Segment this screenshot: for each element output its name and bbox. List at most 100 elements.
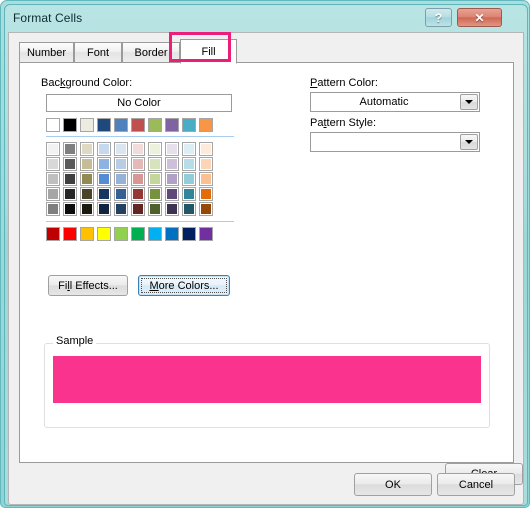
cancel-button[interactable]: Cancel [437, 473, 515, 496]
color-swatch[interactable] [114, 187, 128, 201]
color-swatch[interactable] [131, 157, 145, 171]
pattern-style-combobox[interactable] [310, 132, 480, 152]
color-swatch[interactable] [114, 142, 128, 156]
color-swatch[interactable] [131, 172, 145, 186]
color-swatch[interactable] [182, 172, 196, 186]
color-swatch[interactable] [148, 202, 162, 216]
tab-fill[interactable]: Fill [180, 39, 237, 64]
color-swatch[interactable] [63, 157, 77, 171]
color-swatch[interactable] [199, 227, 213, 241]
color-swatch[interactable] [182, 157, 196, 171]
color-swatch[interactable] [46, 157, 60, 171]
color-swatch[interactable] [165, 118, 179, 132]
color-swatch[interactable] [131, 118, 145, 132]
color-swatch[interactable] [46, 118, 60, 132]
color-swatch[interactable] [148, 187, 162, 201]
color-swatch[interactable] [80, 187, 94, 201]
color-swatch[interactable] [114, 172, 128, 186]
color-swatch[interactable] [97, 202, 111, 216]
color-swatch[interactable] [80, 142, 94, 156]
color-swatch[interactable] [46, 187, 60, 201]
color-swatch[interactable] [80, 227, 94, 241]
color-swatch[interactable] [199, 157, 213, 171]
dialog-window: Format Cells ? ✕ Number Font Border Fill… [0, 0, 530, 508]
chevron-down-icon[interactable] [460, 134, 478, 150]
color-swatch[interactable] [182, 187, 196, 201]
chevron-down-icon[interactable] [460, 94, 478, 110]
tab-font[interactable]: Font [74, 42, 122, 63]
color-swatch[interactable] [165, 157, 179, 171]
color-swatch[interactable] [114, 227, 128, 241]
color-swatch[interactable] [182, 227, 196, 241]
color-swatch[interactable] [165, 187, 179, 201]
sample-groupbox-label: Sample [53, 335, 97, 347]
color-swatch[interactable] [148, 118, 162, 132]
color-swatch[interactable] [131, 227, 145, 241]
color-swatch[interactable] [63, 227, 77, 241]
color-swatch[interactable] [148, 227, 162, 241]
color-swatch[interactable] [165, 227, 179, 241]
color-swatch[interactable] [131, 202, 145, 216]
color-swatch[interactable] [97, 157, 111, 171]
color-swatch[interactable] [199, 187, 213, 201]
color-swatch[interactable] [46, 227, 60, 241]
pattern-color-label: Pattern Color: [310, 77, 378, 89]
color-swatch[interactable] [148, 157, 162, 171]
color-swatch[interactable] [199, 142, 213, 156]
dialog-client-area: Number Font Border Fill Background Color… [8, 32, 524, 505]
color-swatch[interactable] [97, 172, 111, 186]
fill-effects-button[interactable]: Fi l l Effects... [48, 275, 128, 296]
color-swatch[interactable] [97, 187, 111, 201]
title-bar[interactable]: Format Cells ? ✕ [5, 5, 527, 32]
palette-row [46, 227, 236, 241]
ok-button[interactable]: OK [354, 473, 432, 496]
color-swatch[interactable] [97, 118, 111, 132]
color-swatch[interactable] [46, 142, 60, 156]
pattern-color-value: Automatic [359, 96, 409, 108]
color-swatch[interactable] [148, 172, 162, 186]
color-swatch[interactable] [46, 172, 60, 186]
sample-color-preview [53, 356, 481, 403]
color-swatch[interactable] [97, 142, 111, 156]
color-swatch[interactable] [131, 142, 145, 156]
color-swatch[interactable] [114, 202, 128, 216]
color-swatch[interactable] [182, 142, 196, 156]
palette-row [46, 187, 236, 201]
color-swatch[interactable] [165, 172, 179, 186]
color-swatch[interactable] [63, 142, 77, 156]
color-swatch[interactable] [199, 118, 213, 132]
background-color-palette[interactable] [46, 118, 236, 242]
no-color-button[interactable]: No Color [46, 94, 232, 112]
color-swatch[interactable] [114, 118, 128, 132]
help-icon-button[interactable]: ? [425, 8, 452, 27]
color-swatch[interactable] [80, 172, 94, 186]
color-swatch[interactable] [80, 157, 94, 171]
close-icon-button[interactable]: ✕ [457, 8, 502, 27]
color-swatch[interactable] [148, 142, 162, 156]
color-swatch[interactable] [199, 202, 213, 216]
palette-row [46, 172, 236, 186]
color-swatch[interactable] [199, 172, 213, 186]
color-swatch[interactable] [182, 202, 196, 216]
color-swatch[interactable] [165, 202, 179, 216]
color-swatch[interactable] [63, 118, 77, 132]
color-swatch[interactable] [63, 202, 77, 216]
color-swatch[interactable] [114, 157, 128, 171]
color-swatch[interactable] [80, 202, 94, 216]
color-swatch[interactable] [182, 118, 196, 132]
pattern-color-combobox[interactable]: Automatic [310, 92, 480, 112]
color-swatch[interactable] [131, 187, 145, 201]
tab-border[interactable]: Border [122, 42, 180, 63]
tab-strip: Number Font Border Fill [19, 39, 514, 64]
color-swatch[interactable] [165, 142, 179, 156]
fill-tab-panel: Background Color: No Color Fi l l Effects.… [19, 62, 523, 485]
palette-divider [46, 136, 234, 137]
tab-number[interactable]: Number [19, 42, 74, 63]
more-colors-button[interactable]: More Colors... [138, 275, 230, 296]
color-swatch[interactable] [46, 202, 60, 216]
color-swatch[interactable] [63, 172, 77, 186]
palette-row [46, 157, 236, 171]
color-swatch[interactable] [97, 227, 111, 241]
color-swatch[interactable] [63, 187, 77, 201]
color-swatch[interactable] [80, 118, 94, 132]
